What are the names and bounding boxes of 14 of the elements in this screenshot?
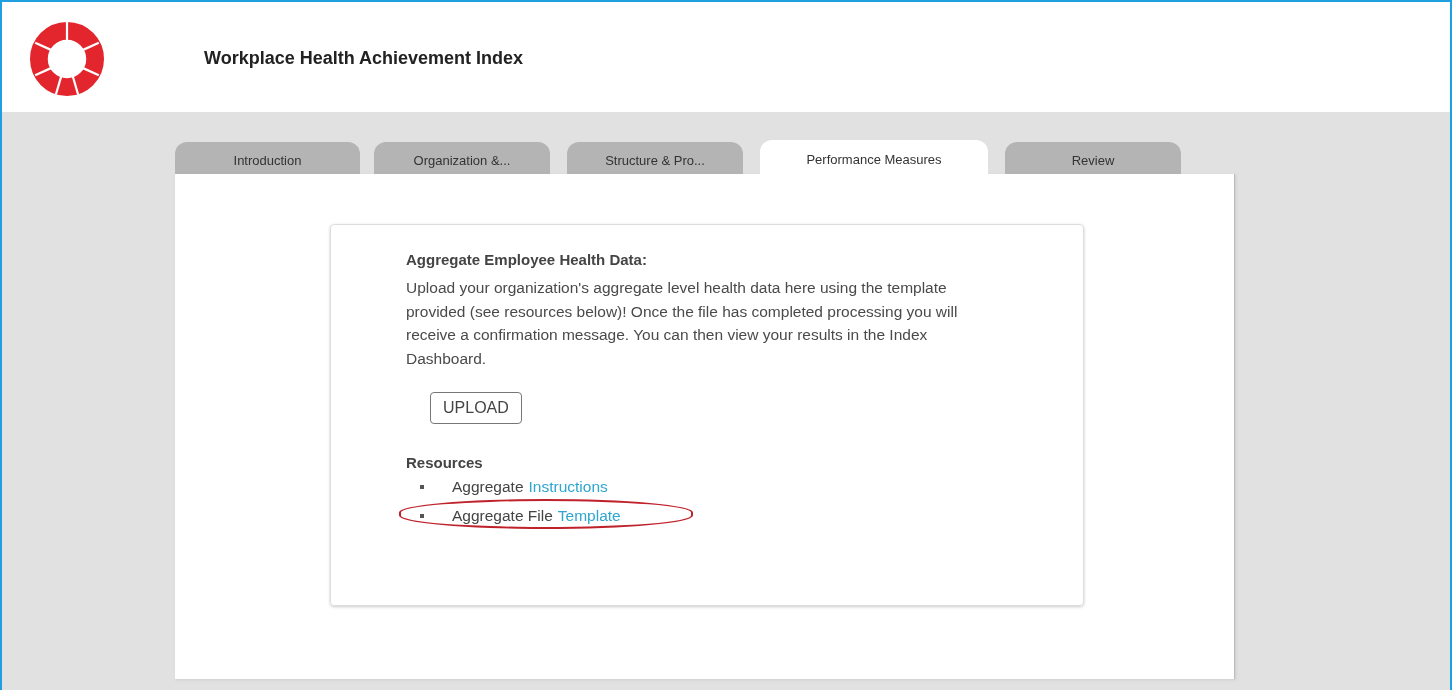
bullet-icon — [420, 484, 424, 489]
app-title: Workplace Health Achievement Index — [204, 48, 524, 69]
resource-label: Aggregate File — [452, 506, 553, 525]
tab[interactable]: Review — [1005, 142, 1181, 174]
upload-button[interactable]: UPLOAD — [430, 392, 522, 424]
bullet-icon — [420, 513, 424, 518]
tab[interactable]: Structure & Pro... — [567, 142, 743, 174]
resource-label: Aggregate — [452, 477, 524, 496]
card-heading: Aggregate Employee Health Data: — [406, 251, 648, 268]
tab[interactable]: Performance Measures — [760, 140, 988, 174]
tab[interactable]: Introduction — [175, 142, 360, 174]
tab[interactable]: Organization &... — [374, 142, 550, 174]
resources-heading: Resources — [406, 454, 484, 471]
card-description: Upload your organization's aggregate level health data here using the template provided (see resources below)! Once the file has completed processing you will receive a confirmation message. You can then view your results in the Index Dashboard. — [406, 278, 959, 369]
